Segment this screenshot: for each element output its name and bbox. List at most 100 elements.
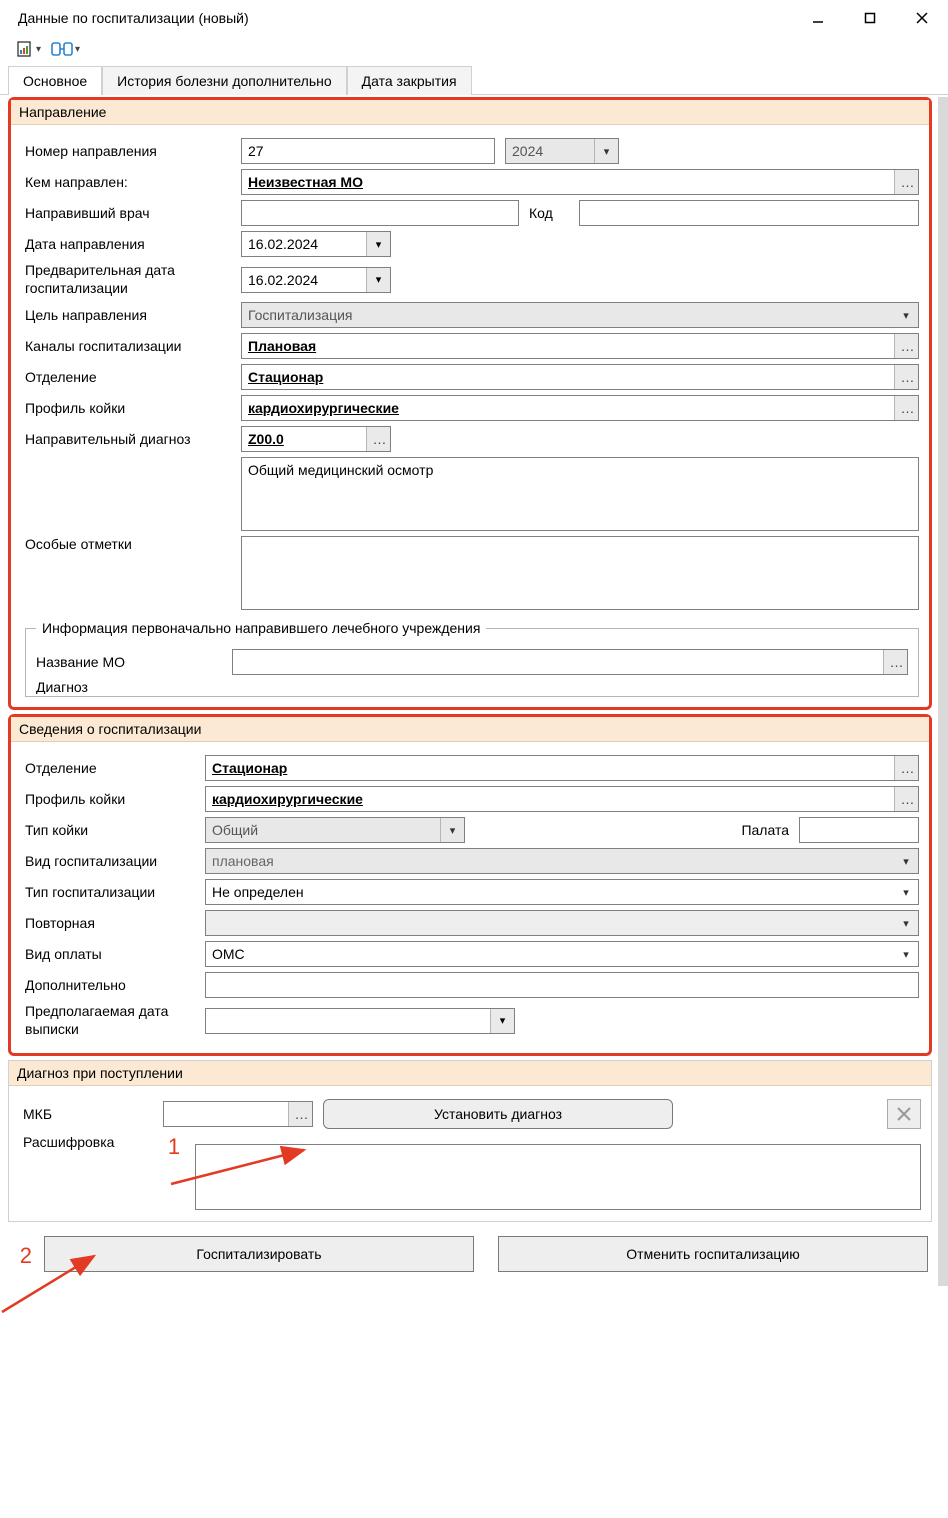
orig-mo-group-title: Информация первоначально направившего ле… — [36, 620, 486, 636]
repeat-select[interactable]: ▾ — [205, 910, 919, 936]
close-button[interactable] — [896, 3, 948, 33]
toolbar-link-button[interactable]: ▾ — [49, 38, 82, 60]
ref-doctor-input[interactable] — [241, 200, 519, 226]
ref-dept-value: Стационар — [242, 365, 894, 389]
prelim-date-label: Предварительная дата госпитализации — [25, 262, 231, 297]
hosp-bed-lookup[interactable]: кардиохирургические … — [205, 786, 919, 812]
chevron-down-icon: ▾ — [894, 880, 918, 904]
calendar-icon[interactable]: ▾ — [490, 1009, 514, 1033]
ref-code-label: Код — [529, 205, 569, 221]
toolbar: ▾ ▾ — [0, 36, 948, 66]
hosp-kind-value: плановая — [212, 853, 274, 869]
discharge-date-input[interactable]: ▾ — [205, 1008, 515, 1034]
referral-number-input[interactable] — [241, 138, 495, 164]
chevron-down-icon: ▾ — [894, 303, 918, 327]
hosp-bed-value: кардиохирургические — [206, 787, 894, 811]
hosp-dept-lookup[interactable]: Стационар … — [205, 755, 919, 781]
mkb-lookup[interactable]: … — [163, 1101, 313, 1127]
referral-number-label: Номер направления — [25, 143, 231, 159]
ellipsis-icon[interactable]: … — [288, 1102, 312, 1126]
scrollbar[interactable] — [938, 97, 948, 1286]
ref-diag-code-lookup[interactable]: Z00.0 … — [241, 426, 391, 452]
tab-close-date[interactable]: Дата закрытия — [347, 66, 472, 95]
ref-dept-label: Отделение — [25, 369, 231, 385]
window: Данные по госпитализации (новый) ▾ — [0, 0, 948, 1286]
ellipsis-icon[interactable]: … — [894, 334, 918, 358]
ellipsis-icon[interactable]: … — [894, 787, 918, 811]
prelim-date-input[interactable]: 16.02.2024 ▾ — [241, 267, 391, 293]
ward-input[interactable] — [799, 817, 919, 843]
ref-date-value: 16.02.2024 — [248, 236, 318, 252]
ref-code-input[interactable] — [579, 200, 919, 226]
ref-date-label: Дата направления — [25, 236, 231, 252]
hosp-type-value: Не определен — [212, 884, 304, 900]
ref-dept-lookup[interactable]: Стационар … — [241, 364, 919, 390]
notes-textarea[interactable] — [241, 536, 919, 610]
extra-input[interactable] — [205, 972, 919, 998]
clear-diagnosis-button[interactable] — [887, 1099, 921, 1129]
bed-type-select[interactable]: Общий ▾ — [205, 817, 465, 843]
ref-date-input[interactable]: 16.02.2024 ▾ — [241, 231, 391, 257]
payment-label: Вид оплаты — [25, 946, 195, 962]
maximize-icon — [866, 14, 875, 23]
hospitalize-button[interactable]: Госпитализировать — [44, 1236, 474, 1272]
prelim-date-value: 16.02.2024 — [248, 272, 318, 288]
ellipsis-icon[interactable]: … — [894, 756, 918, 780]
payment-value: ОМС — [212, 946, 245, 962]
calendar-icon[interactable]: ▾ — [366, 232, 390, 256]
ellipsis-icon[interactable]: … — [894, 365, 918, 389]
referral-panel-title: Направление — [11, 100, 929, 125]
chevron-down-icon: ▾ — [440, 818, 464, 842]
desc-textarea[interactable] — [195, 1144, 921, 1210]
calendar-icon[interactable]: ▾ — [366, 268, 390, 292]
orig-mo-name-label: Название МО — [36, 654, 222, 670]
set-diagnosis-button[interactable]: Установить диагноз — [323, 1099, 673, 1129]
ellipsis-icon[interactable]: … — [894, 170, 918, 194]
goal-value: Госпитализация — [248, 307, 353, 323]
hosp-type-label: Тип госпитализации — [25, 884, 195, 900]
orig-mo-name-value — [233, 650, 883, 674]
mkb-value — [164, 1102, 288, 1126]
ellipsis-icon[interactable]: … — [883, 650, 907, 674]
annotation-2: 2 — [10, 1243, 32, 1269]
payment-select[interactable]: ОМС ▾ — [205, 941, 919, 967]
ellipsis-icon[interactable]: … — [366, 427, 390, 451]
report-icon — [16, 40, 34, 58]
referral-panel: Направление Номер направления 2024 ▾ Кем… — [8, 97, 932, 710]
hosp-dept-value: Стационар — [206, 756, 894, 780]
maximize-button[interactable] — [844, 3, 896, 33]
link-icon — [51, 40, 73, 58]
referral-year-select[interactable]: 2024 ▾ — [505, 138, 619, 164]
bed-type-label: Тип койки — [25, 822, 195, 838]
notes-label: Особые отметки — [25, 536, 231, 552]
channel-lookup[interactable]: Плановая … — [241, 333, 919, 359]
goal-select[interactable]: Госпитализация ▾ — [241, 302, 919, 328]
ref-diag-text[interactable]: Общий медицинский осмотр — [241, 457, 919, 531]
chevron-down-icon: ▾ — [894, 942, 918, 966]
channel-label: Каналы госпитализации — [25, 338, 231, 354]
bed-type-value: Общий — [212, 822, 258, 838]
hosp-kind-label: Вид госпитализации — [25, 853, 195, 869]
hosp-type-select[interactable]: Не определен ▾ — [205, 879, 919, 905]
sent-by-lookup[interactable]: Неизвестная МО … — [241, 169, 919, 195]
ref-bed-lookup[interactable]: кардиохирургические … — [241, 395, 919, 421]
hosp-kind-select[interactable]: плановая ▾ — [205, 848, 919, 874]
orig-mo-name-lookup[interactable]: … — [232, 649, 908, 675]
channel-value: Плановая — [242, 334, 894, 358]
hosp-bed-label: Профиль койки — [25, 791, 195, 807]
mkb-label: МКБ — [23, 1106, 153, 1122]
tab-history[interactable]: История болезни дополнительно — [102, 66, 346, 95]
titlebar: Данные по госпитализации (новый) — [0, 0, 948, 36]
cancel-hosp-button[interactable]: Отменить госпитализацию — [498, 1236, 928, 1272]
extra-label: Дополнительно — [25, 977, 195, 993]
ref-diag-code: Z00.0 — [242, 427, 366, 451]
tab-main[interactable]: Основное — [8, 66, 102, 95]
admit-diag-panel: Диагноз при поступлении МКБ … Установить… — [8, 1060, 932, 1222]
minimize-button[interactable] — [792, 3, 844, 33]
ellipsis-icon[interactable]: … — [894, 396, 918, 420]
referral-year-value: 2024 — [512, 143, 543, 159]
orig-mo-group: Информация первоначально направившего ле… — [25, 620, 919, 697]
toolbar-report-button[interactable]: ▾ — [14, 38, 43, 60]
ref-diag-label: Направительный диагноз — [25, 431, 231, 447]
ref-bed-value: кардиохирургические — [242, 396, 894, 420]
